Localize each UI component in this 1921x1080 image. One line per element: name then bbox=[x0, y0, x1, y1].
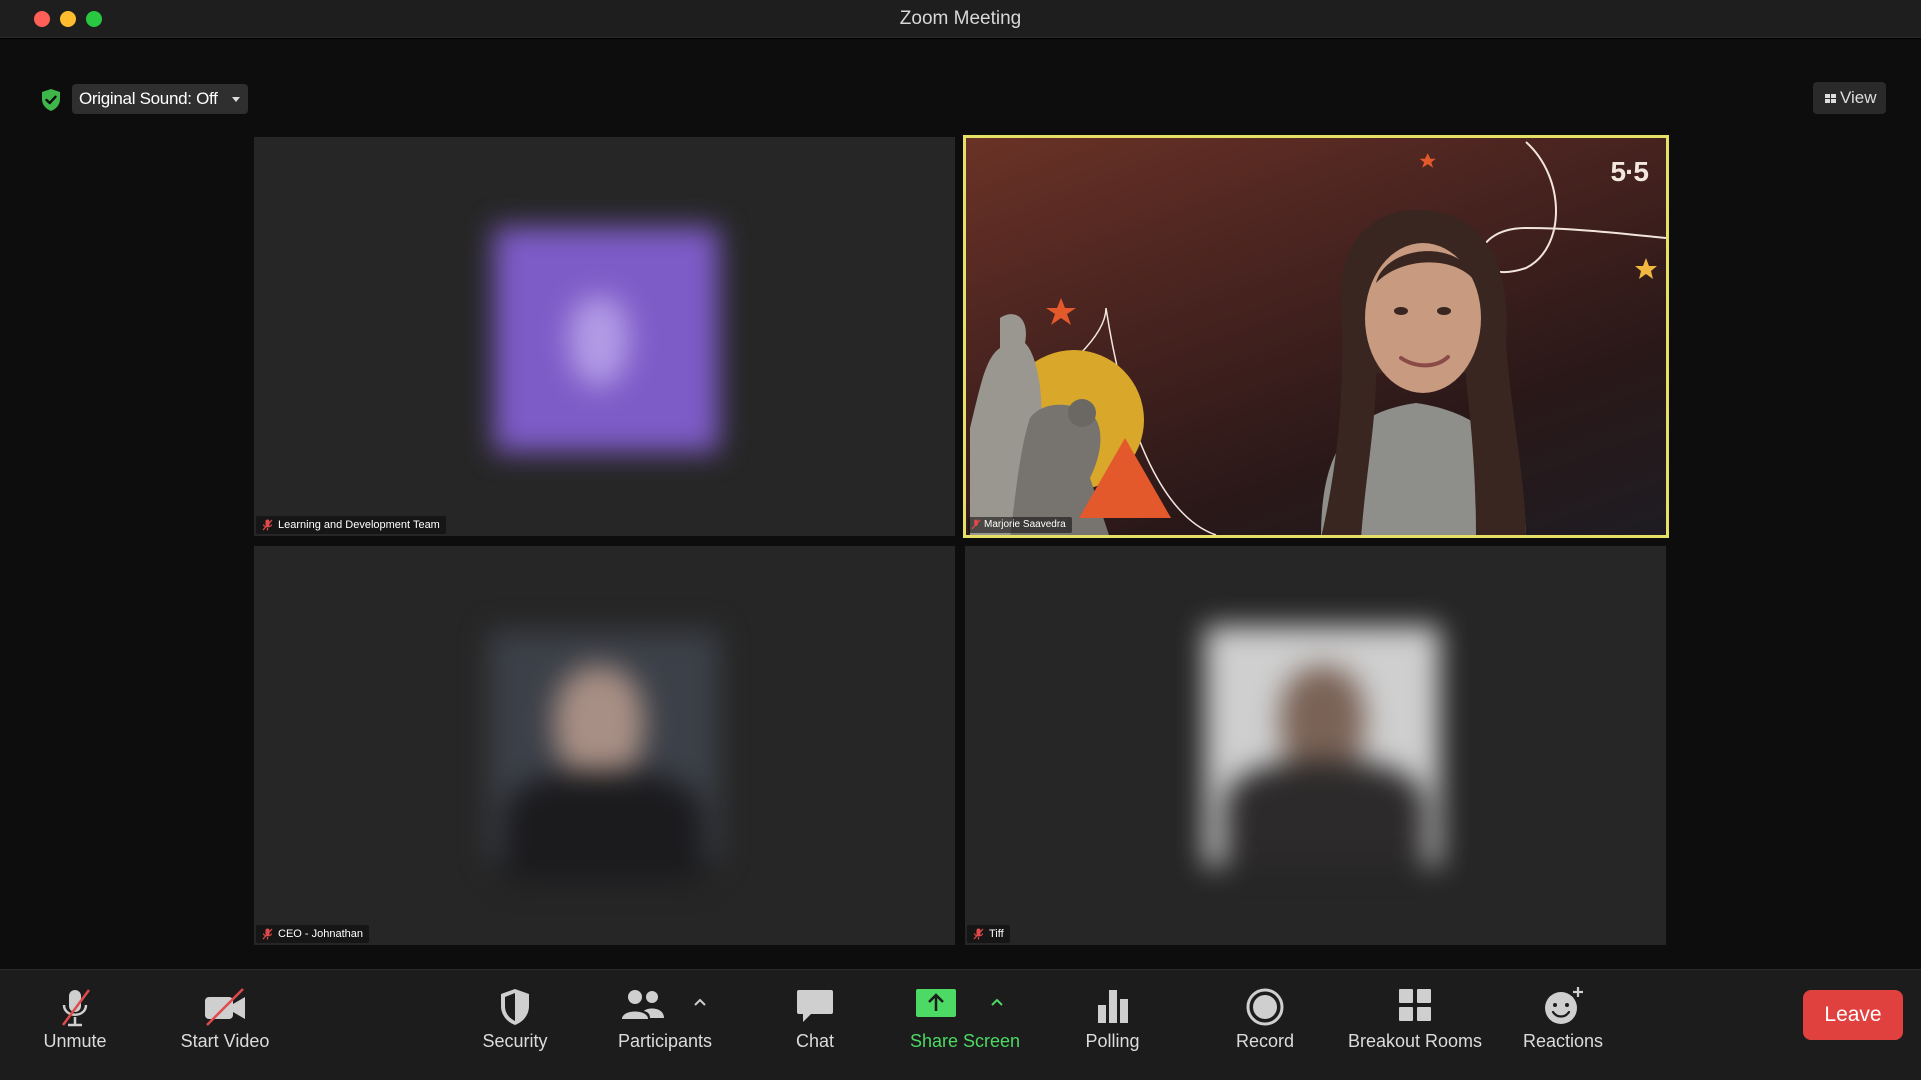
security-button[interactable]: Security bbox=[465, 970, 565, 1080]
record-icon bbox=[1246, 988, 1284, 1026]
chat-icon bbox=[797, 990, 833, 1022]
video-off-icon bbox=[205, 988, 245, 1026]
video-tile-ceo-johnathan[interactable]: CEO - Johnathan bbox=[254, 546, 955, 945]
participant-name-tag: Marjorie Saavedra bbox=[968, 517, 1072, 533]
video-tile-learning-team[interactable]: Learning and Development Team bbox=[254, 137, 955, 536]
polling-label: Polling bbox=[1085, 1031, 1140, 1051]
original-sound-dropdown[interactable]: Original Sound: Off bbox=[72, 84, 248, 114]
chevron-up-icon[interactable] bbox=[990, 997, 1004, 1007]
share-screen-button[interactable]: Share Screen bbox=[900, 970, 1030, 1080]
participant-name-tag: Learning and Development Team bbox=[256, 516, 446, 534]
participant-name: CEO - Johnathan bbox=[278, 928, 363, 940]
speaker-video bbox=[1321, 209, 1526, 535]
polling-button[interactable]: Polling bbox=[1060, 970, 1165, 1080]
decor-triangle bbox=[1079, 438, 1171, 518]
participant-name-tag: Tiff bbox=[967, 925, 1010, 943]
meeting-toolbar: Unmute Start Video Security Participants bbox=[0, 969, 1921, 1080]
participants-button[interactable]: Participants bbox=[605, 970, 725, 1080]
background-badge: 5·5 bbox=[1610, 156, 1649, 187]
window-title: Zoom Meeting bbox=[899, 8, 1022, 29]
unmute-label: Unmute bbox=[43, 1031, 107, 1051]
chat-button[interactable]: Chat bbox=[760, 970, 870, 1080]
leave-meeting-button[interactable]: Leave bbox=[1803, 990, 1903, 1040]
participant-name-tag: CEO - Johnathan bbox=[256, 925, 369, 943]
shield-icon bbox=[501, 989, 529, 1025]
mic-muted-icon bbox=[262, 519, 273, 531]
participants-label: Participants bbox=[617, 1031, 713, 1051]
original-sound-label: Original Sound: Off bbox=[79, 89, 218, 108]
view-button[interactable]: View bbox=[1813, 82, 1886, 114]
mic-muted-icon bbox=[973, 928, 984, 940]
share-screen-icon bbox=[916, 989, 957, 1017]
participant-name: Tiff bbox=[989, 928, 1004, 940]
participant-video bbox=[1205, 626, 1440, 866]
mic-muted-icon bbox=[262, 928, 273, 940]
grid-icon bbox=[1825, 94, 1836, 103]
start-video-button[interactable]: Start Video bbox=[165, 970, 285, 1080]
reactions-label: Reactions bbox=[1522, 1031, 1604, 1051]
chat-label: Chat bbox=[795, 1031, 835, 1051]
chevron-down-icon bbox=[231, 97, 240, 102]
reactions-smiley-icon bbox=[1545, 987, 1583, 1024]
mic-muted-icon bbox=[971, 519, 981, 530]
video-tile-tiff[interactable]: Tiff bbox=[965, 546, 1666, 945]
participant-name: Marjorie Saavedra bbox=[984, 519, 1066, 530]
mic-muted-icon bbox=[61, 989, 91, 1027]
breakout-rooms-label: Breakout Rooms bbox=[1347, 1031, 1483, 1051]
participants-icon bbox=[622, 990, 665, 1019]
start-video-label: Start Video bbox=[180, 1031, 270, 1051]
breakout-rooms-button[interactable]: Breakout Rooms bbox=[1345, 970, 1485, 1080]
record-label: Record bbox=[1235, 1031, 1295, 1051]
view-label: View bbox=[1840, 88, 1877, 107]
participant-avatar bbox=[494, 227, 719, 452]
share-screen-label: Share Screen bbox=[909, 1031, 1021, 1051]
title-bar: Zoom Meeting bbox=[0, 0, 1921, 38]
participant-video bbox=[489, 631, 719, 881]
chevron-up-icon[interactable] bbox=[693, 997, 707, 1007]
breakout-rooms-icon bbox=[1399, 989, 1431, 1021]
security-label: Security bbox=[482, 1031, 548, 1051]
record-button[interactable]: Record bbox=[1210, 970, 1320, 1080]
unmute-button[interactable]: Unmute bbox=[20, 970, 130, 1080]
video-tile-active-speaker[interactable]: 5·5 Marjorie Saavedra bbox=[963, 135, 1669, 538]
security-shield-icon[interactable] bbox=[40, 88, 62, 112]
reactions-button[interactable]: Reactions bbox=[1508, 970, 1618, 1080]
bar-chart-icon bbox=[1097, 990, 1128, 1023]
participant-name: Learning and Development Team bbox=[278, 519, 440, 531]
